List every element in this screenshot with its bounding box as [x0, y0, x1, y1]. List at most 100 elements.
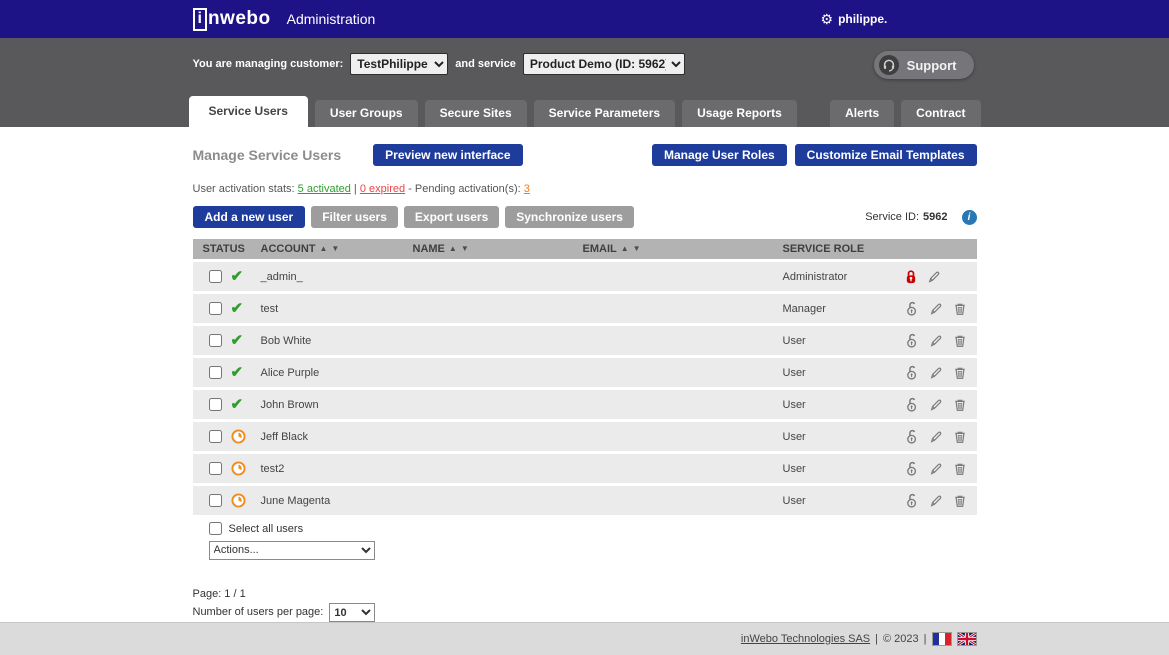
actions-cell — [905, 301, 977, 316]
bulk-actions-select[interactable]: Actions... — [209, 541, 375, 560]
top-bar: i nwebo Administration ⚙ philippe. — [0, 0, 1169, 38]
delete-icon[interactable] — [953, 366, 967, 380]
row-checkbox[interactable] — [209, 398, 222, 411]
row-checkbox[interactable] — [209, 334, 222, 347]
unlock-icon[interactable] — [905, 333, 919, 348]
edit-icon[interactable] — [929, 494, 943, 508]
add-new-user-button[interactable]: Add a new user — [193, 206, 306, 228]
service-select[interactable]: Product Demo (ID: 5962) — [523, 53, 685, 75]
service-id-value: 5962 — [923, 211, 947, 223]
account-cell[interactable]: John Brown — [261, 399, 413, 411]
column-account: ACCOUNT — [261, 243, 316, 255]
row-checkbox[interactable] — [209, 366, 222, 379]
tab-service-parameters[interactable]: Service Parameters — [534, 100, 675, 127]
sort-desc-name-icon[interactable]: ▼ — [461, 245, 469, 253]
table-header: STATUS ACCOUNT ▲ ▼ NAME ▲ ▼ EMAIL ▲ ▼ SE… — [193, 239, 977, 259]
page: i nwebo Administration ⚙ philippe. You a… — [0, 0, 1169, 655]
user-menu[interactable]: ⚙ philippe. — [821, 12, 888, 26]
unlock-icon[interactable] — [905, 429, 919, 444]
pending-label: - Pending activation(s): — [408, 183, 521, 195]
account-cell[interactable]: June Magenta — [261, 495, 413, 507]
row-checkbox[interactable] — [209, 462, 222, 475]
sort-desc-account-icon[interactable]: ▼ — [331, 245, 339, 253]
account-cell[interactable]: _admin_ — [261, 271, 413, 283]
sort-asc-account-icon[interactable]: ▲ — [320, 245, 328, 253]
sort-asc-email-icon[interactable]: ▲ — [621, 245, 629, 253]
manage-user-roles-button[interactable]: Manage User Roles — [652, 144, 787, 166]
page-indicator: Page: 1 / 1 — [193, 586, 977, 604]
column-service-role: SERVICE ROLE — [775, 243, 905, 255]
edit-icon[interactable] — [929, 430, 943, 444]
select-all-checkbox[interactable] — [209, 522, 222, 535]
info-icon[interactable]: i — [962, 210, 977, 225]
status-pending-icon — [231, 429, 246, 444]
filter-users-button[interactable]: Filter users — [311, 206, 398, 228]
delete-icon[interactable] — [953, 398, 967, 412]
gear-icon: ⚙ — [821, 12, 834, 26]
status-cell: ✔ — [193, 301, 261, 316]
delete-icon[interactable] — [953, 334, 967, 348]
company-link[interactable]: inWebo Technologies SAS — [741, 633, 870, 645]
and-service-label: and service — [455, 58, 516, 70]
preview-new-interface-button[interactable]: Preview new interface — [373, 144, 522, 166]
tab-contract[interactable]: Contract — [901, 100, 980, 127]
delete-icon[interactable] — [953, 302, 967, 316]
account-cell[interactable]: test — [261, 303, 413, 315]
row-checkbox[interactable] — [209, 494, 222, 507]
activated-link[interactable]: 5 activated — [298, 183, 351, 195]
managing-customer-label: You are managing customer: — [193, 58, 344, 70]
footer: inWebo Technologies SAS | © 2023 | — [0, 622, 1169, 655]
actions-cell — [905, 493, 977, 508]
pending-count-link[interactable]: 3 — [524, 183, 530, 195]
tab-alerts[interactable]: Alerts — [830, 100, 894, 127]
status-activated-icon: ✔ — [231, 333, 244, 348]
edit-icon[interactable] — [929, 334, 943, 348]
customer-select[interactable]: TestPhilippe — [350, 53, 448, 75]
table-row: ✔ June Magenta User — [193, 486, 977, 515]
row-checkbox[interactable] — [209, 430, 222, 443]
row-checkbox[interactable] — [209, 302, 222, 315]
edit-icon[interactable] — [929, 462, 943, 476]
customize-email-templates-button[interactable]: Customize Email Templates — [795, 144, 977, 166]
sort-asc-name-icon[interactable]: ▲ — [449, 245, 457, 253]
account-cell[interactable]: test2 — [261, 463, 413, 475]
status-activated-icon: ✔ — [231, 301, 244, 316]
expired-link[interactable]: 0 expired — [360, 183, 405, 195]
tab-secure-sites[interactable]: Secure Sites — [425, 100, 527, 127]
delete-icon[interactable] — [953, 462, 967, 476]
tab-service-users[interactable]: Service Users — [189, 96, 308, 127]
support-button[interactable]: Support — [874, 51, 974, 79]
per-page-select[interactable]: 10 — [329, 603, 375, 622]
french-flag-icon[interactable] — [932, 632, 952, 646]
lock-icon[interactable] — [905, 269, 917, 284]
edit-icon[interactable] — [929, 398, 943, 412]
edit-icon[interactable] — [929, 302, 943, 316]
delete-icon[interactable] — [953, 494, 967, 508]
table-row: ✔ test Manager — [193, 294, 977, 323]
status-activated-icon: ✔ — [231, 269, 244, 284]
account-cell[interactable]: Jeff Black — [261, 431, 413, 443]
account-cell[interactable]: Alice Purple — [261, 367, 413, 379]
unlock-icon[interactable] — [905, 365, 919, 380]
export-users-button[interactable]: Export users — [404, 206, 499, 228]
tab-user-groups[interactable]: User Groups — [315, 100, 418, 127]
sort-desc-email-icon[interactable]: ▼ — [633, 245, 641, 253]
unlock-icon[interactable] — [905, 493, 919, 508]
table-row: ✔ John Brown User — [193, 390, 977, 419]
unlock-icon[interactable] — [905, 461, 919, 476]
british-flag-icon[interactable] — [957, 632, 977, 646]
user-name: philippe. — [838, 12, 887, 26]
unlock-icon[interactable] — [905, 397, 919, 412]
main-content: Manage Service Users Preview new interfa… — [193, 127, 977, 622]
account-cell[interactable]: Bob White — [261, 335, 413, 347]
synchronize-users-button[interactable]: Synchronize users — [505, 206, 634, 228]
unlock-icon[interactable] — [905, 301, 919, 316]
tab-usage-reports[interactable]: Usage Reports — [682, 100, 797, 127]
column-name: NAME — [413, 243, 445, 255]
status-cell: ✔ — [193, 269, 261, 284]
role-cell: User — [775, 431, 905, 443]
edit-icon[interactable] — [927, 270, 941, 284]
delete-icon[interactable] — [953, 430, 967, 444]
edit-icon[interactable] — [929, 366, 943, 380]
row-checkbox[interactable] — [209, 270, 222, 283]
